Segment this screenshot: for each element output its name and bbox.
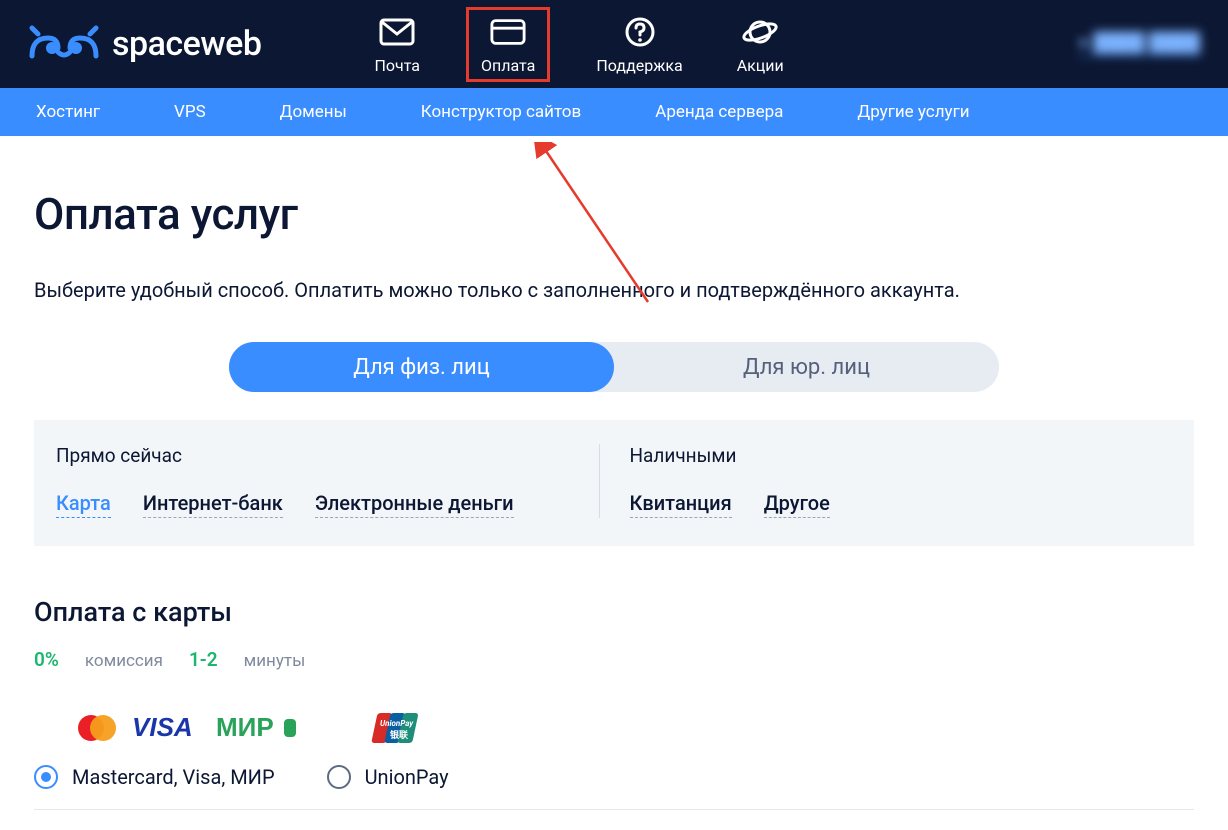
card-provider-radios: Mastercard, Visa, МИР UnionPay xyxy=(34,765,1194,789)
method-other[interactable]: Другое xyxy=(764,491,830,518)
divider xyxy=(34,809,1194,810)
card-icon xyxy=(490,14,526,50)
radio-mc-visa-mir[interactable]: Mastercard, Visa, МИР xyxy=(34,765,275,789)
category-cash-title: Наличными xyxy=(630,444,1173,467)
logo-mark-icon xyxy=(28,24,100,64)
mastercard-icon xyxy=(76,713,118,743)
toggle-legal[interactable]: Для юр. лиц xyxy=(614,342,999,392)
brand-logo[interactable]: spaceweb xyxy=(28,24,261,64)
user-menu[interactable]: ● ████ ████ xyxy=(1078,32,1200,57)
radio-unionpay-label: UnionPay xyxy=(365,765,449,789)
time-value: 1-2 xyxy=(189,648,218,671)
commission-label: комиссия xyxy=(85,651,163,671)
subnav-builder[interactable]: Конструктор сайтов xyxy=(421,102,581,122)
top-nav: Почта Оплата Поддержка Акции xyxy=(366,7,791,82)
subnav-hosting[interactable]: Хостинг xyxy=(36,102,100,122)
page-title: Оплата услуг xyxy=(34,188,1194,240)
subnav-server-rent[interactable]: Аренда сервера xyxy=(655,102,783,122)
main-content: Оплата услуг Выберите удобный способ. Оп… xyxy=(0,136,1228,810)
category-cash: Наличными Квитанция Другое xyxy=(599,444,1173,518)
radio-icon xyxy=(34,765,58,789)
subnav-vps[interactable]: VPS xyxy=(174,102,206,122)
time-label: минуты xyxy=(244,651,306,671)
logos-unionpay: UnionPay 银联 xyxy=(368,711,420,745)
nav-support-label: Поддержка xyxy=(596,56,682,75)
mir-icon: МИР xyxy=(216,713,298,743)
entity-type-toggle: Для физ. лиц Для юр. лиц xyxy=(229,342,999,392)
logos-visa-mc-mir: VISA МИР xyxy=(76,713,298,743)
help-icon xyxy=(622,14,658,50)
svg-text:UnionPay: UnionPay xyxy=(380,719,414,728)
method-emoney[interactable]: Электронные деньги xyxy=(315,491,514,518)
nav-mail-label: Почта xyxy=(374,56,420,75)
category-instant: Прямо сейчас Карта Интернет-банк Электро… xyxy=(56,444,599,518)
nav-mail[interactable]: Почта xyxy=(366,10,428,79)
method-internet-bank[interactable]: Интернет-банк xyxy=(143,491,283,518)
payment-categories: Прямо сейчас Карта Интернет-банк Электро… xyxy=(34,420,1194,546)
intro-text: Выберите удобный способ. Оплатить можно … xyxy=(34,278,1194,302)
subnav-domains[interactable]: Домены xyxy=(280,102,347,122)
planet-icon xyxy=(742,14,778,50)
visa-icon: VISA xyxy=(132,713,202,743)
secondary-nav: Хостинг VPS Домены Конструктор сайтов Ар… xyxy=(0,88,1228,136)
svg-text:МИР: МИР xyxy=(216,713,274,742)
nav-promo-label: Акции xyxy=(737,56,784,75)
nav-support[interactable]: Поддержка xyxy=(588,10,690,79)
commission-value: 0% xyxy=(34,648,59,671)
brand-name: spaceweb xyxy=(112,24,261,64)
top-header: spaceweb Почта Оплата Поддержка Акции xyxy=(0,0,1228,88)
svg-text:银联: 银联 xyxy=(390,729,409,741)
toggle-individual[interactable]: Для физ. лиц xyxy=(229,342,614,392)
nav-promo[interactable]: Акции xyxy=(729,10,792,79)
method-card[interactable]: Карта xyxy=(56,491,111,518)
subnav-other[interactable]: Другие услуги xyxy=(857,102,969,122)
svg-text:VISA: VISA xyxy=(132,713,193,742)
method-receipt[interactable]: Квитанция xyxy=(630,491,732,518)
radio-icon xyxy=(327,765,351,789)
nav-payment[interactable]: Оплата xyxy=(466,7,550,82)
unionpay-icon: UnionPay 银联 xyxy=(368,711,420,745)
card-section-title: Оплата с карты xyxy=(34,596,1194,628)
radio-mc-visa-mir-label: Mastercard, Visa, МИР xyxy=(72,765,275,789)
card-logos: VISA МИР UnionPay 银联 xyxy=(76,711,1194,745)
nav-payment-label: Оплата xyxy=(481,56,535,75)
category-instant-title: Прямо сейчас xyxy=(56,444,599,467)
radio-unionpay[interactable]: UnionPay xyxy=(327,765,449,789)
card-meta: 0% комиссия 1-2 минуты xyxy=(34,648,1194,671)
mail-icon xyxy=(379,14,415,50)
